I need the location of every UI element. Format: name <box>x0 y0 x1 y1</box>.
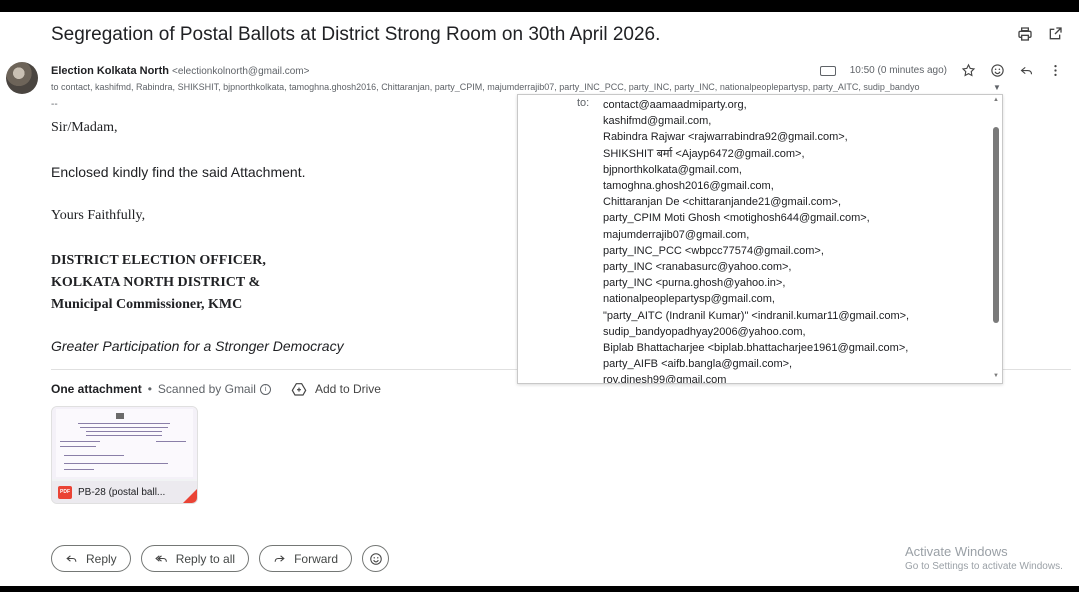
document-preview <box>56 409 193 477</box>
signature-line: Municipal Commissioner, KMC <box>51 297 243 312</box>
sender-avatar[interactable] <box>6 62 38 94</box>
emoji-reaction-button[interactable] <box>362 545 390 572</box>
body-line: Enclosed kindly find the said Attachment… <box>51 164 306 180</box>
scrollbar-thumb[interactable] <box>993 127 999 323</box>
forward-label: Forward <box>294 551 339 566</box>
reply-actions: Reply Reply to all Forward <box>51 545 390 572</box>
greeting: Sir/Madam, <box>51 120 118 135</box>
watermark-title: Activate Windows <box>905 544 1008 559</box>
emoji-icon <box>369 552 382 565</box>
top-black-bar <box>0 0 1079 12</box>
to-label: to: <box>577 97 590 109</box>
recipient-item[interactable]: roy.dinesh99@gmail.com <box>603 372 983 383</box>
attachment-filename: PB-28 (postal ball... <box>78 486 166 498</box>
add-to-drive-label: Add to Drive <box>314 382 381 396</box>
closing: Yours Faithfully, <box>51 208 146 223</box>
forward-button[interactable]: Forward <box>259 545 353 572</box>
drive-add-icon <box>291 383 307 396</box>
attachment-footer: PDF PB-28 (postal ball... <box>52 481 197 503</box>
watermark-subtitle: Go to Settings to activate Windows. <box>905 561 1063 572</box>
label-icon <box>819 65 836 76</box>
signature-block: DISTRICT ELECTION OFFICER, KOLKATA NORTH… <box>51 250 266 316</box>
recipient-item[interactable]: sudip_bandyopadhyay2006@yahoo.com, <box>603 324 983 340</box>
open-in-new-icon[interactable] <box>1047 26 1063 42</box>
recipients-popup: to: contact@aamaadmiparty.org, kashifmd@… <box>517 94 1003 384</box>
recipients-summary: to contact, kashifmd, Rabindra, SHIKSHIT… <box>51 82 920 92</box>
more-vert-icon[interactable] <box>1048 63 1063 78</box>
bottom-black-bar <box>0 586 1079 592</box>
scroll-up-icon[interactable]: ▲ <box>992 97 1000 105</box>
recipient-item[interactable]: Rabindra Rajwar <rajwarrabindra92@gmail.… <box>603 129 983 145</box>
sender-email: <electionkolnorth@gmail.com> <box>172 66 310 77</box>
reply-all-icon <box>154 555 167 562</box>
sender-info: Election Kolkata North <electionkolnorth… <box>51 65 309 77</box>
recipient-item[interactable]: kashifmd@gmail.com, <box>603 113 983 129</box>
pdf-corner-icon <box>183 489 197 503</box>
recipient-item[interactable]: Biplab Bhattacharjee <biplab.bhattacharj… <box>603 340 983 356</box>
attachment-header: One attachment • Scanned by Gmail i Add … <box>51 381 381 397</box>
recipient-item[interactable]: SHIKSHIT बर्मा <Ajayp6472@gmail.com>, <box>603 146 983 162</box>
tagline: Greater Participation for a Stronger Dem… <box>51 338 344 354</box>
recipients-list: contact@aamaadmiparty.org, kashifmd@gmai… <box>603 97 983 383</box>
recipient-item[interactable]: party_INC_PCC <wbpcc77574@gmail.com>, <box>603 243 983 259</box>
windows-activation-watermark: Activate Windows Go to Settings to activ… <box>905 544 1063 572</box>
scroll-down-icon[interactable]: ▼ <box>992 373 1000 381</box>
attachment-thumbnail <box>52 407 197 479</box>
signature-separator: -- <box>51 99 58 110</box>
recipient-item[interactable]: "party_AITC (Indranil Kumar)" <indranil.… <box>603 308 983 324</box>
recipient-item[interactable]: party_INC <purna.ghosh@yahoo.in>, <box>603 275 983 291</box>
reply-all-label: Reply to all <box>175 551 236 566</box>
reply-icon[interactable] <box>1019 63 1034 78</box>
subject-actions <box>1017 26 1063 42</box>
emoji-icon[interactable] <box>990 63 1005 78</box>
reply-all-button[interactable]: Reply to all <box>140 545 250 572</box>
info-icon[interactable]: i <box>259 383 271 395</box>
recipient-item[interactable]: majumderrajib07@gmail.com, <box>603 227 983 243</box>
recipient-item[interactable]: Chittaranjan De <chittaranjande21@gmail.… <box>603 194 983 210</box>
sender-name[interactable]: Election Kolkata North <box>51 65 169 77</box>
email-subject: Segregation of Postal Ballots at Distric… <box>51 24 661 45</box>
reply-label: Reply <box>86 551 117 566</box>
chevron-down-icon[interactable]: ▼ <box>993 83 1001 92</box>
add-to-drive-button[interactable]: Add to Drive <box>291 381 381 397</box>
attachment-card[interactable]: PDF PB-28 (postal ball... <box>51 406 198 504</box>
recipient-item[interactable]: party_CPIM Moti Ghosh <motighosh644@gmai… <box>603 210 983 226</box>
star-icon[interactable] <box>961 63 976 78</box>
popup-scrollbar[interactable]: ▲ ▼ <box>992 97 1000 381</box>
forward-icon <box>274 555 285 562</box>
message-time: 10:50 (0 minutes ago) <box>849 65 947 76</box>
reply-button[interactable]: Reply <box>51 545 131 572</box>
print-icon[interactable] <box>1017 26 1033 42</box>
recipient-item[interactable]: contact@aamaadmiparty.org, <box>603 97 983 113</box>
recipient-item[interactable]: nationalpeoplepartysp@gmail.com, <box>603 291 983 307</box>
reply-icon <box>66 555 77 562</box>
recipient-item[interactable]: party_AIFB <aifb.bangla@gmail.com>, <box>603 356 983 372</box>
signature-line: KOLKATA NORTH DISTRICT & <box>51 275 261 290</box>
recipient-item[interactable]: bjpnorthkolkata@gmail.com, <box>603 162 983 178</box>
scanned-label: Scanned by Gmail <box>157 382 256 396</box>
message-meta: 10:50 (0 minutes ago) <box>819 63 1063 78</box>
pdf-icon: PDF <box>58 485 72 499</box>
signature-line: DISTRICT ELECTION OFFICER, <box>51 253 266 268</box>
recipient-item[interactable]: party_INC <ranabasurc@yahoo.com>, <box>603 259 983 275</box>
attachment-count: One attachment <box>51 382 142 396</box>
separator-dot: • <box>147 382 152 396</box>
recipient-item[interactable]: tamoghna.ghosh2016@gmail.com, <box>603 178 983 194</box>
